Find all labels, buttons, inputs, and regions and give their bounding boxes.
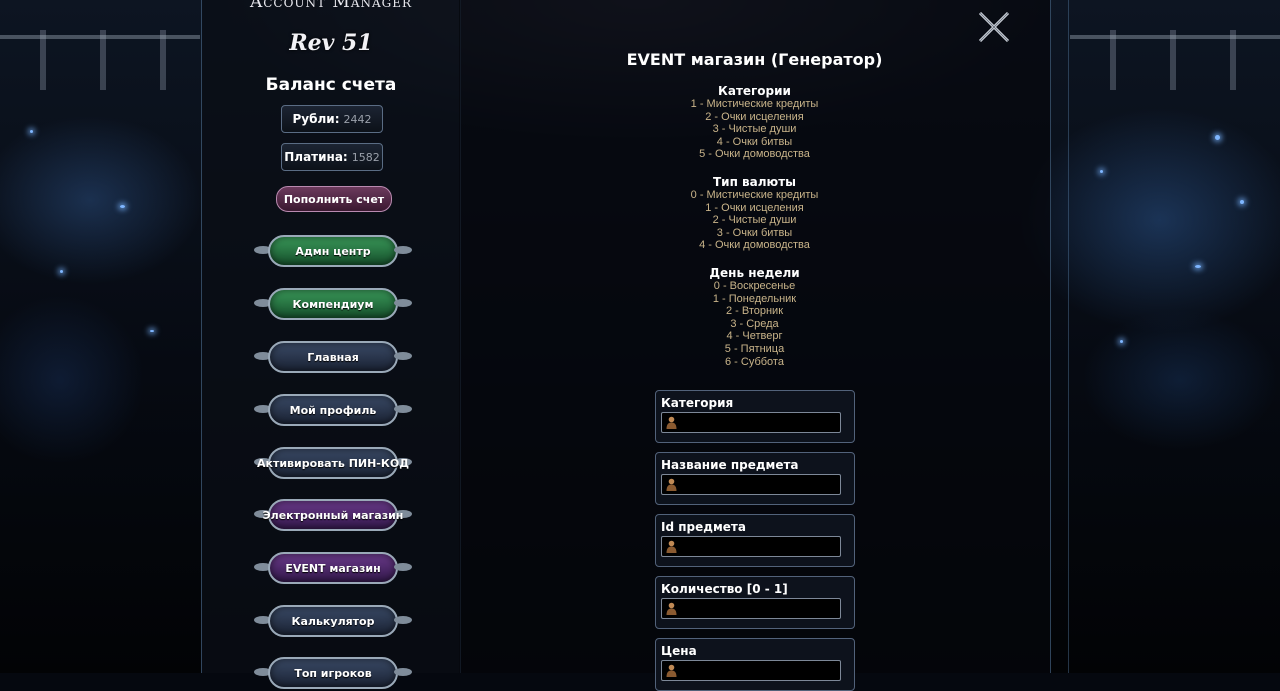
field-label: Количество [0 - 1] xyxy=(661,582,788,596)
platinum-balance: Платина: 1582 xyxy=(281,143,383,171)
fence-decoration xyxy=(100,30,106,90)
info-line: 5 - Пятница xyxy=(724,342,785,355)
nav-label: Мой профиль xyxy=(289,403,377,417)
fence-decoration xyxy=(1230,30,1236,90)
info-line: 2 - Очки исцеления xyxy=(705,110,804,123)
currency-heading: Тип валюты xyxy=(712,175,796,189)
star-decoration xyxy=(120,205,125,208)
categories-heading: Категории xyxy=(718,84,791,98)
star-decoration xyxy=(1215,135,1220,140)
info-line: 3 - Очки битвы xyxy=(716,226,793,239)
nav-event-shop[interactable]: EVENT магазин xyxy=(254,552,412,584)
wing-right-icon xyxy=(394,352,412,360)
nav-label: Калькулятор xyxy=(291,614,375,628)
item-id-input[interactable] xyxy=(661,536,841,557)
item-name-input[interactable] xyxy=(661,474,841,495)
wing-right-icon xyxy=(394,246,412,254)
wing-right-icon xyxy=(394,668,412,676)
topup-button[interactable]: Пополнить счет xyxy=(276,186,392,212)
frame-border xyxy=(1068,0,1069,673)
info-line: 1 - Очки исцеления xyxy=(705,201,804,214)
user-icon xyxy=(666,540,677,553)
rubles-value: 2442 xyxy=(343,112,372,126)
info-line: 1 - Мистические кредиты xyxy=(690,98,819,110)
category-field: Категория xyxy=(655,390,855,443)
nav-activate-pin[interactable]: Активировать ПИН-КОД xyxy=(254,447,412,479)
price-field: Цена xyxy=(655,638,855,691)
star-decoration xyxy=(60,270,63,273)
nav-label: Главная xyxy=(307,350,359,364)
wing-right-icon xyxy=(394,563,412,571)
nav-top-players[interactable]: Топ игроков xyxy=(254,657,412,689)
field-label: Название предмета xyxy=(661,458,799,472)
field-label: Категория xyxy=(661,396,734,410)
weekday-heading: День недели xyxy=(709,266,800,280)
info-line: 1 - Понедельник xyxy=(712,292,797,305)
user-icon xyxy=(666,602,677,615)
rev-logo: Rev 51 xyxy=(289,30,373,56)
wing-right-icon xyxy=(394,616,412,624)
platinum-value: 1582 xyxy=(351,150,380,164)
fence-decoration xyxy=(1110,30,1116,90)
info-line: 3 - Чистые души xyxy=(712,123,797,136)
field-label: Цена xyxy=(661,644,697,658)
wing-right-icon xyxy=(394,299,412,307)
nav-label: Топ игроков xyxy=(294,666,372,680)
wing-right-icon xyxy=(394,405,412,413)
star-decoration xyxy=(1100,170,1103,173)
info-line: 0 - Мистические кредиты xyxy=(690,189,819,201)
info-line: 0 - Воскресенье xyxy=(713,280,796,292)
nav-e-shop[interactable]: Электронный магазин xyxy=(254,499,412,531)
info-line: 4 - Очки битвы xyxy=(716,135,793,148)
info-line: 2 - Вторник xyxy=(725,305,784,318)
info-line: 6 - Суббота xyxy=(725,355,784,368)
quantity-input[interactable] xyxy=(661,598,841,619)
fence-decoration xyxy=(1170,30,1176,90)
info-line: 2 - Чистые души xyxy=(712,214,797,227)
user-icon xyxy=(666,478,677,491)
page-title: EVENT магазин (Генератор) xyxy=(626,50,883,69)
user-icon xyxy=(666,664,677,677)
rubles-label: Рубли: xyxy=(292,112,340,126)
nav-compendium[interactable]: Компендиум xyxy=(254,288,412,320)
info-line: 3 - Среда xyxy=(730,317,779,330)
item-name-field: Название предмета xyxy=(655,452,855,505)
fence-decoration xyxy=(160,30,166,90)
info-line: 4 - Очки домоводства xyxy=(699,239,810,252)
info-line: 4 - Четверг xyxy=(726,330,783,343)
star-decoration xyxy=(1240,200,1244,204)
weekday-info: День недели 0 - Воскресенье 1 - Понедель… xyxy=(459,266,1050,368)
star-decoration xyxy=(30,130,33,133)
user-icon xyxy=(666,416,677,429)
price-input[interactable] xyxy=(661,660,841,681)
categories-info: Категории 1 - Мистические кредиты 2 - Оч… xyxy=(459,84,1050,161)
nav-home[interactable]: Главная xyxy=(254,341,412,373)
app-logo: Account Manager xyxy=(249,0,413,12)
balance-title: Баланс счета xyxy=(265,75,397,95)
platinum-label: Платина: xyxy=(284,150,348,164)
crossed-swords-close-icon[interactable] xyxy=(976,10,1012,44)
star-decoration xyxy=(150,330,154,332)
star-decoration xyxy=(1195,265,1201,268)
nav-my-profile[interactable]: Мой профиль xyxy=(254,394,412,426)
fence-decoration xyxy=(40,30,46,90)
sidebar: Account Manager Rev 51 Баланс счета Рубл… xyxy=(201,0,461,689)
nav-admin-center[interactable]: Адмн центр xyxy=(254,235,412,267)
nav-label: Электронный магазин xyxy=(262,508,404,522)
nav-label: EVENT магазин xyxy=(285,561,381,575)
info-line: 5 - Очки домоводства xyxy=(699,148,810,161)
nav-label: Активировать ПИН-КОД xyxy=(256,456,410,470)
star-decoration xyxy=(1120,340,1123,343)
category-input[interactable] xyxy=(661,412,841,433)
item-id-field: Id предмета xyxy=(655,514,855,567)
nav-calculator[interactable]: Калькулятор xyxy=(254,605,412,637)
nav-label: Адмн центр xyxy=(295,244,371,258)
rubles-balance: Рубли: 2442 xyxy=(281,105,383,133)
quantity-field: Количество [0 - 1] xyxy=(655,576,855,629)
currency-info: Тип валюты 0 - Мистические кредиты 1 - О… xyxy=(459,175,1050,252)
nav-label: Компендиум xyxy=(292,297,374,311)
field-label: Id предмета xyxy=(661,520,746,534)
